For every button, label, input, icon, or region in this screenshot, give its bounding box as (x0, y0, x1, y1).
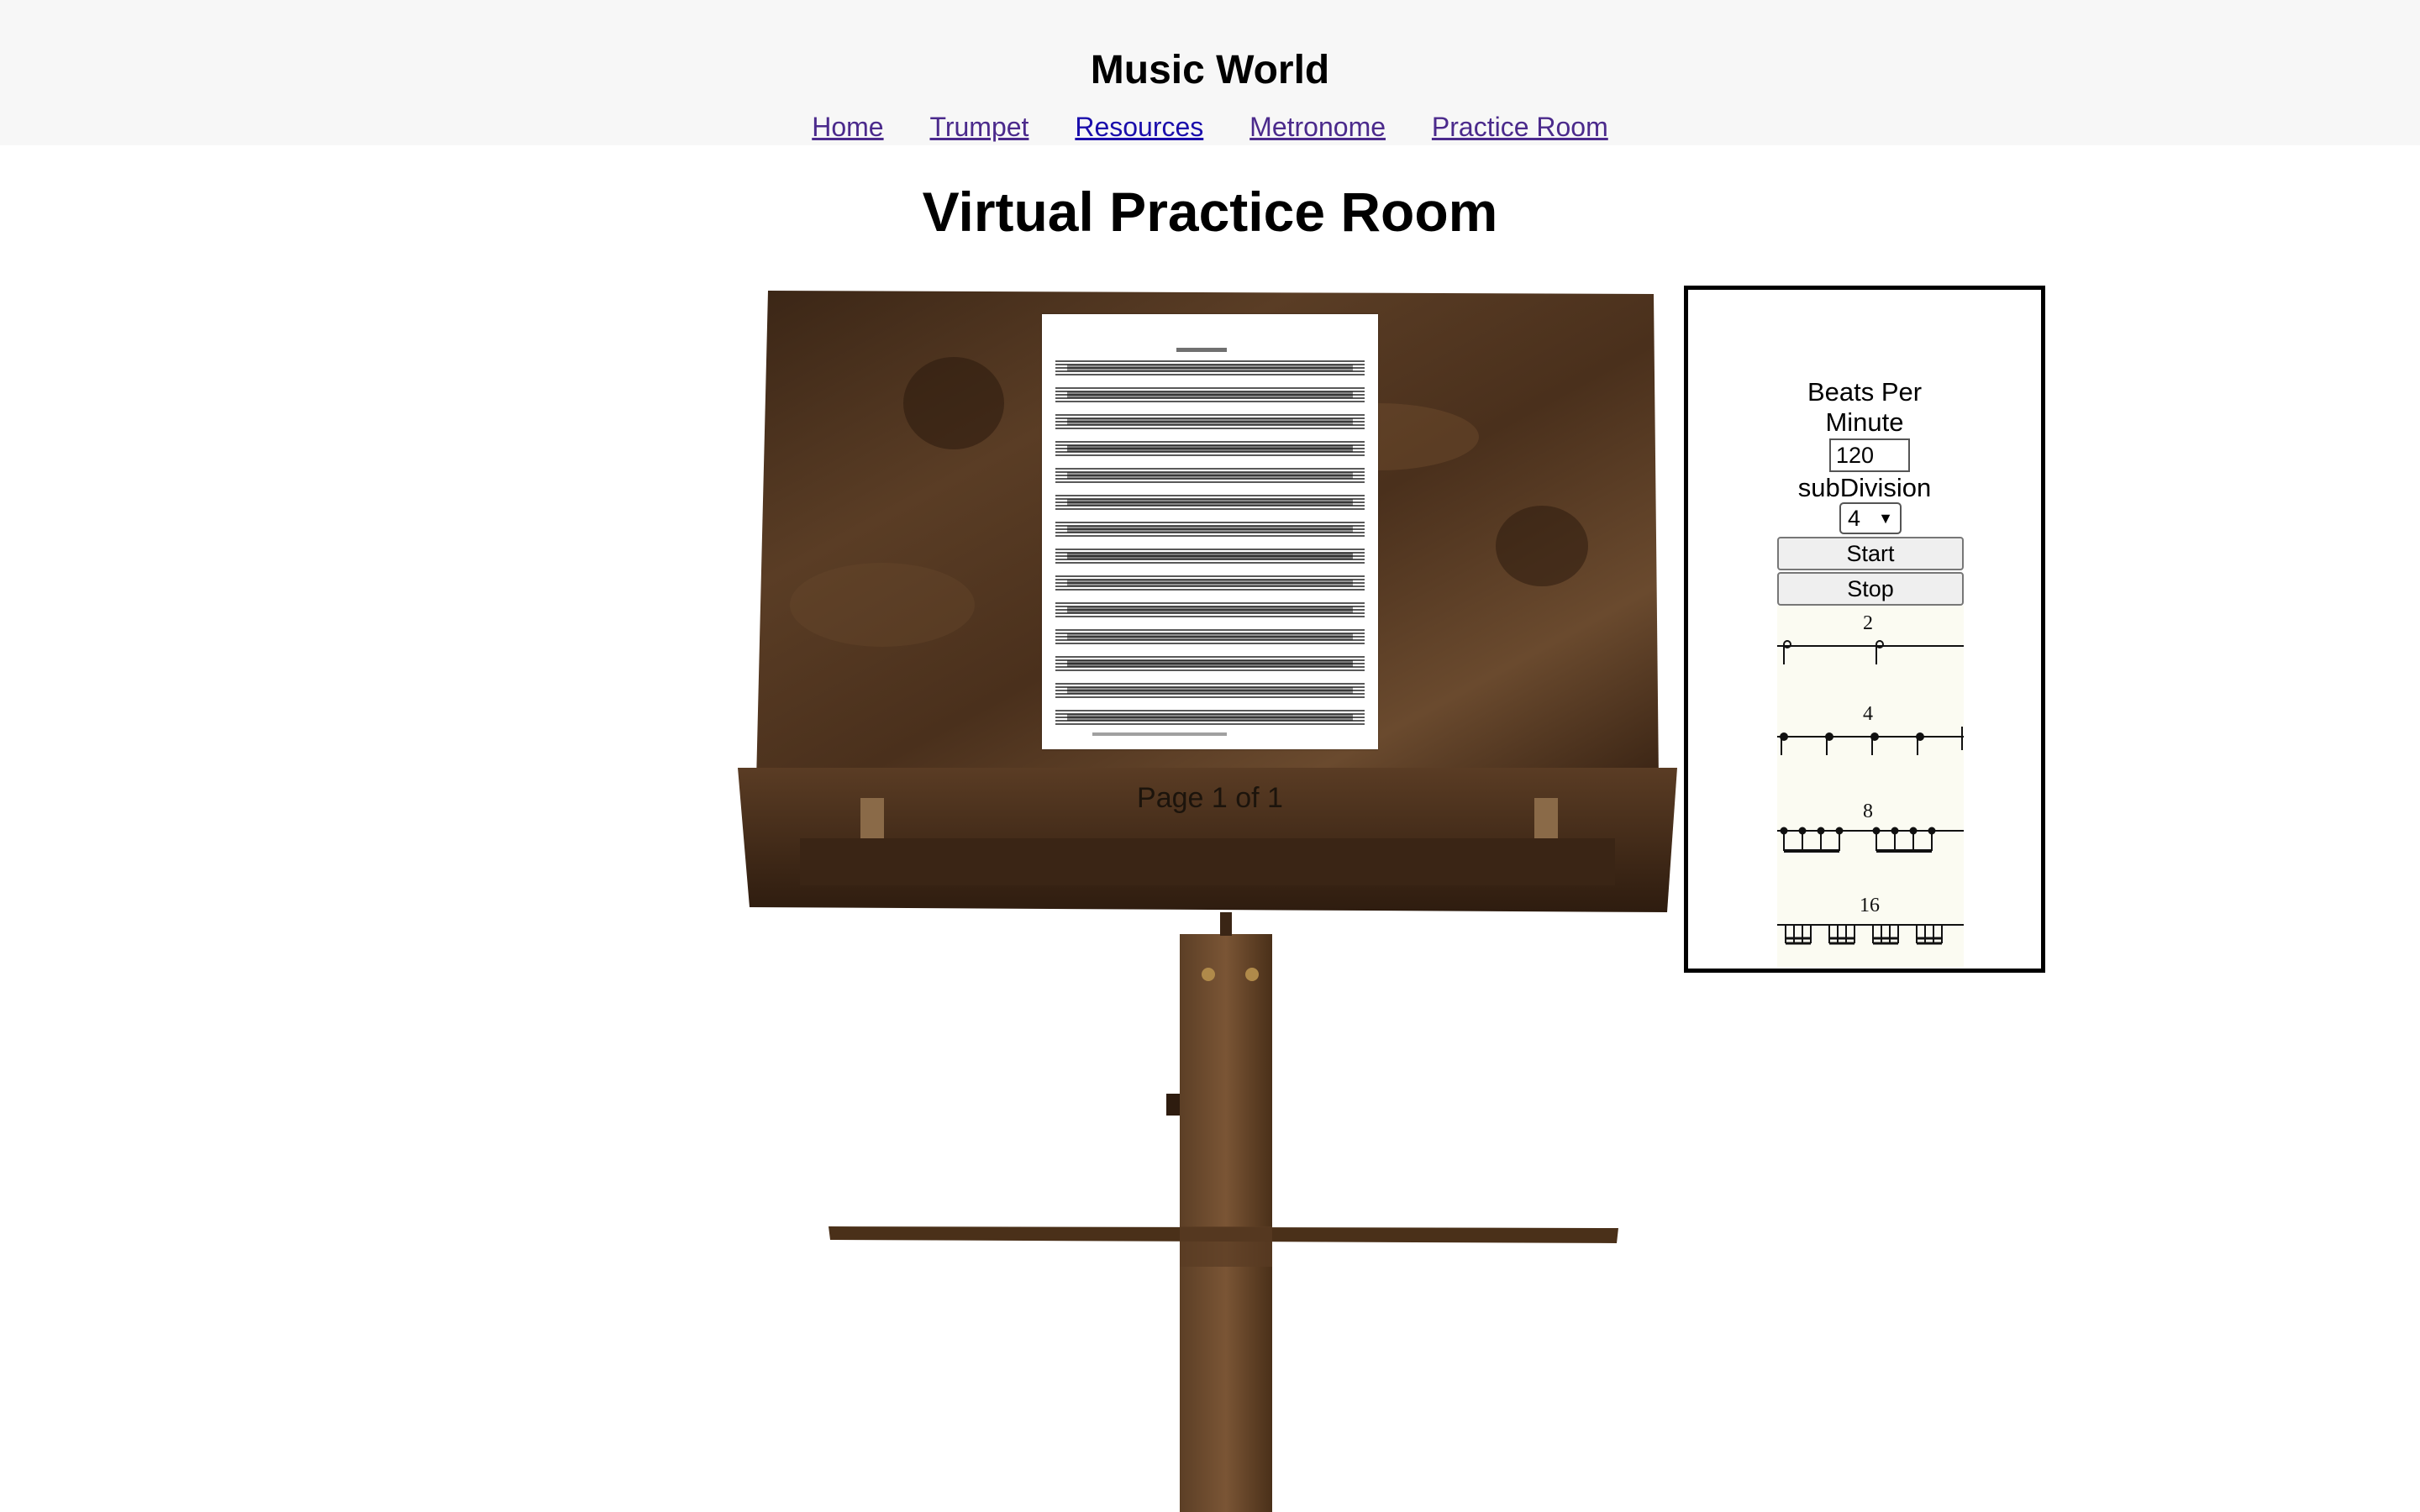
page-indicator: Page 1 of 1 (1137, 782, 1283, 814)
subdivision-select[interactable]: 4 ▼ (1839, 502, 1902, 534)
music-stand-image (738, 291, 1677, 1512)
bpm-label-line2: Minute (1825, 407, 1904, 437)
chevron-down-icon: ▼ (1878, 510, 1893, 527)
rhythm-notation-image: 2 4 8 16 (1777, 612, 1964, 945)
rhythm-label-2: 2 (1863, 612, 1873, 634)
subdivision-label: subDivision (1797, 473, 1932, 502)
bpm-label-line1: Beats Per (1807, 377, 1923, 407)
sheet-music-image (1055, 348, 1365, 736)
rhythm-label-16: 16 (1860, 895, 1880, 916)
stop-button[interactable]: Stop (1777, 572, 1964, 606)
subdivision-value: 4 (1848, 506, 1861, 531)
start-button[interactable]: Start (1777, 537, 1964, 570)
rhythm-subdivision-chart: 2 4 8 16 (1777, 606, 1964, 967)
rhythm-label-8: 8 (1863, 801, 1873, 822)
bpm-input[interactable]: 120 (1829, 438, 1910, 472)
metronome-panel: Beats Per Minute 120 subDivision 4 ▼ Sta… (1684, 286, 2045, 973)
stand-post (1180, 934, 1272, 1512)
bpm-input-value: 120 (1836, 443, 1875, 468)
rhythm-label-4: 4 (1863, 703, 1873, 725)
sheet-music-page (1042, 314, 1378, 749)
